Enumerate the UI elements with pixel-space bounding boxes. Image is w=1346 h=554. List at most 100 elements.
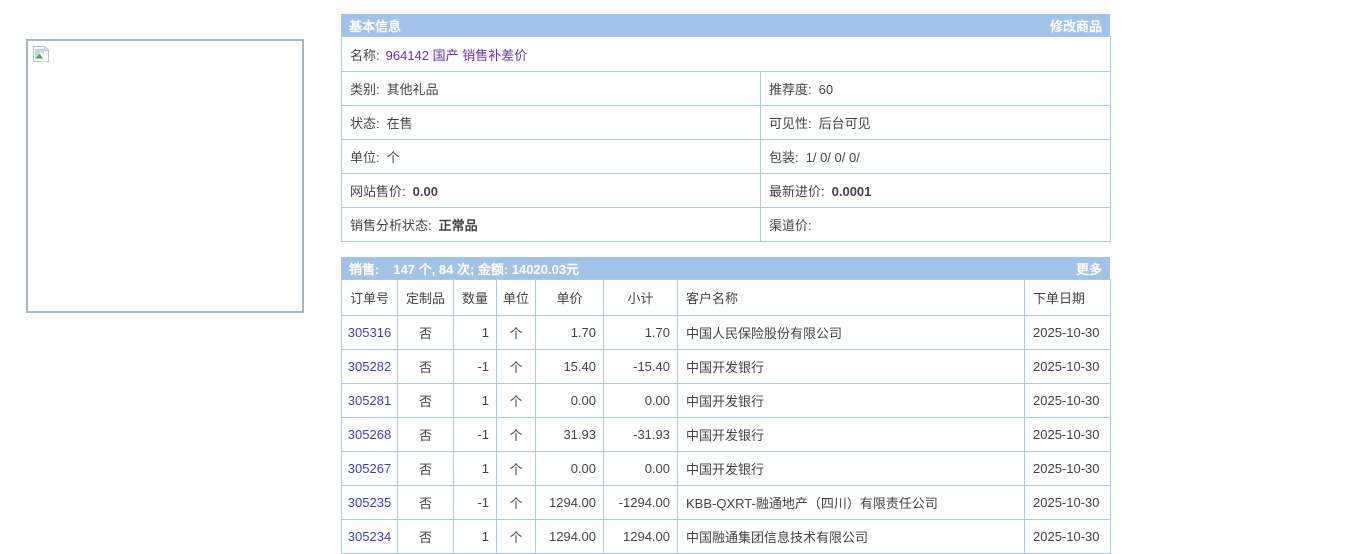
price-cell: 0.00 xyxy=(536,452,604,486)
packaging-value: 1/ 0/ 0/ 0/ xyxy=(806,150,860,165)
order-no-cell: 305281 xyxy=(342,384,398,418)
status-cell: 状态:在售 xyxy=(342,106,761,140)
name-cell: 名称: 964142 国产 销售补差价 xyxy=(342,37,1111,72)
customer-cell: 中国融通集团信息技术有限公司 xyxy=(678,520,1025,554)
site-price-label: 网站售价: xyxy=(350,184,406,199)
basic-info-header: 基本信息 修改商品 xyxy=(341,14,1110,36)
product-name-link[interactable]: 964142 国产 销售补差价 xyxy=(386,48,528,63)
price-cell: 1294.00 xyxy=(536,486,604,520)
more-link[interactable]: 更多 xyxy=(1076,259,1102,278)
custom-cell: 否 xyxy=(398,316,454,350)
subtotal-cell: 0.00 xyxy=(604,452,678,486)
edit-product-link[interactable]: 修改商品 xyxy=(1050,16,1102,35)
subtotal-cell: 0.00 xyxy=(604,384,678,418)
order-link[interactable]: 305268 xyxy=(348,427,391,442)
qty-cell: -1 xyxy=(454,350,497,384)
order-no-cell: 305268 xyxy=(342,418,398,452)
status-value: 在售 xyxy=(387,116,413,131)
subtotal-cell: 1294.00 xyxy=(604,520,678,554)
sales-summary: 147 个, 84 次; 金额: 14020.03元 xyxy=(393,259,579,278)
date-cell: 2025-10-30 xyxy=(1025,384,1111,418)
sales-analysis-label: 销售分析状态: xyxy=(350,218,432,233)
unit-cell: 个 xyxy=(497,452,536,486)
latest-cost-value: 0.0001 xyxy=(832,184,872,199)
date-cell: 2025-10-30 xyxy=(1025,316,1111,350)
subtotal-cell: 1.70 xyxy=(604,316,678,350)
unit-cell: 个 xyxy=(497,418,536,452)
sales-table-header-row: 订单号 定制品 数量 单位 单价 小计 客户名称 下单日期 xyxy=(342,280,1111,316)
basic-info-title: 基本信息 xyxy=(349,16,401,35)
product-image-box xyxy=(26,39,304,313)
customer-cell: 中国开发银行 xyxy=(678,384,1025,418)
unit-cell: 个 xyxy=(497,384,536,418)
custom-cell: 否 xyxy=(398,384,454,418)
qty-cell: 1 xyxy=(454,384,497,418)
table-row: 305316 否 1 个 1.70 1.70 中国人民保险股份有限公司 2025… xyxy=(342,316,1111,350)
qty-cell: -1 xyxy=(454,418,497,452)
sales-analysis-value: 正常品 xyxy=(439,218,478,233)
channel-price-label: 渠道价: xyxy=(769,218,812,233)
date-cell: 2025-10-30 xyxy=(1025,418,1111,452)
packaging-cell: 包装: 1/ 0/ 0/ 0/ xyxy=(761,140,1111,174)
order-link[interactable]: 305282 xyxy=(348,359,391,374)
qty-cell: 1 xyxy=(454,452,497,486)
table-row: 305267 否 1 个 0.00 0.00 中国开发银行 2025-10-30 xyxy=(342,452,1111,486)
date-cell: 2025-10-30 xyxy=(1025,520,1111,554)
date-cell: 2025-10-30 xyxy=(1025,452,1111,486)
unit-cell: 个 xyxy=(497,520,536,554)
price-cell: 31.93 xyxy=(536,418,604,452)
date-cell: 2025-10-30 xyxy=(1025,350,1111,384)
unit-value: 个 xyxy=(387,150,400,165)
subtotal-cell: -31.93 xyxy=(604,418,678,452)
latest-cost-cell: 最新进价:0.0001 xyxy=(761,174,1111,208)
table-row: 305282 否 -1 个 15.40 -15.40 中国开发银行 2025-1… xyxy=(342,350,1111,384)
sales-analysis-cell: 销售分析状态: 正常品 xyxy=(342,208,761,242)
detail-column: 基本信息 修改商品 名称: 964142 国产 销售补差价 类别:其他礼品 推荐度… xyxy=(341,14,1110,554)
basic-info-row: 网站售价:0.00 最新进价:0.0001 xyxy=(342,174,1111,208)
table-row: 305281 否 1 个 0.00 0.00 中国开发银行 2025-10-30 xyxy=(342,384,1111,418)
category-cell: 类别:其他礼品 xyxy=(342,72,761,106)
custom-cell: 否 xyxy=(398,452,454,486)
recommendation-cell: 推荐度: 60 xyxy=(761,72,1111,106)
basic-info-table: 名称: 964142 国产 销售补差价 类别:其他礼品 推荐度: 60 状态:在售 … xyxy=(341,36,1111,242)
qty-cell: 1 xyxy=(454,520,497,554)
unit-cell: 个 xyxy=(497,350,536,384)
order-link[interactable]: 305267 xyxy=(348,461,391,476)
category-value: 其他礼品 xyxy=(387,82,439,97)
channel-price-cell: 渠道价: xyxy=(761,208,1111,242)
unit-cell: 个 xyxy=(497,316,536,350)
sales-header-text: 销售: 147 个, 84 次; 金额: 14020.03元 xyxy=(349,259,579,278)
custom-cell: 否 xyxy=(398,418,454,452)
packaging-label: 包装: xyxy=(769,150,799,165)
table-row: 305268 否 -1 个 31.93 -31.93 中国开发银行 2025-1… xyxy=(342,418,1111,452)
col-header-subtotal: 小计 xyxy=(604,280,678,316)
table-row: 305235 否 -1 个 1294.00 -1294.00 KBB-QXRT-… xyxy=(342,486,1111,520)
sales-title: 销售: xyxy=(349,259,379,278)
sales-header: 销售: 147 个, 84 次; 金额: 14020.03元 更多 xyxy=(341,257,1110,279)
order-link[interactable]: 305281 xyxy=(348,393,391,408)
recommendation-value: 60 xyxy=(819,82,833,97)
col-header-custom: 定制品 xyxy=(398,280,454,316)
col-header-date: 下单日期 xyxy=(1025,280,1111,316)
unit-label: 单位: xyxy=(350,150,380,165)
qty-cell: 1 xyxy=(454,316,497,350)
col-header-customer: 客户名称 xyxy=(678,280,1025,316)
customer-cell: 中国人民保险股份有限公司 xyxy=(678,316,1025,350)
order-no-cell: 305282 xyxy=(342,350,398,384)
broken-image-icon xyxy=(32,45,50,63)
price-cell: 15.40 xyxy=(536,350,604,384)
customer-cell: 中国开发银行 xyxy=(678,452,1025,486)
name-label: 名称: xyxy=(350,48,380,63)
col-header-qty: 数量 xyxy=(454,280,497,316)
price-cell: 1.70 xyxy=(536,316,604,350)
unit-cell: 个 xyxy=(497,486,536,520)
order-link[interactable]: 305234 xyxy=(348,529,391,544)
visibility-value: 后台可见 xyxy=(819,116,871,131)
custom-cell: 否 xyxy=(398,486,454,520)
col-header-unit: 单位 xyxy=(497,280,536,316)
basic-info-row: 状态:在售 可见性:后台可见 xyxy=(342,106,1111,140)
recommendation-label: 推荐度: xyxy=(769,82,812,97)
order-link[interactable]: 305316 xyxy=(348,325,391,340)
basic-info-row: 类别:其他礼品 推荐度: 60 xyxy=(342,72,1111,106)
order-link[interactable]: 305235 xyxy=(348,495,391,510)
